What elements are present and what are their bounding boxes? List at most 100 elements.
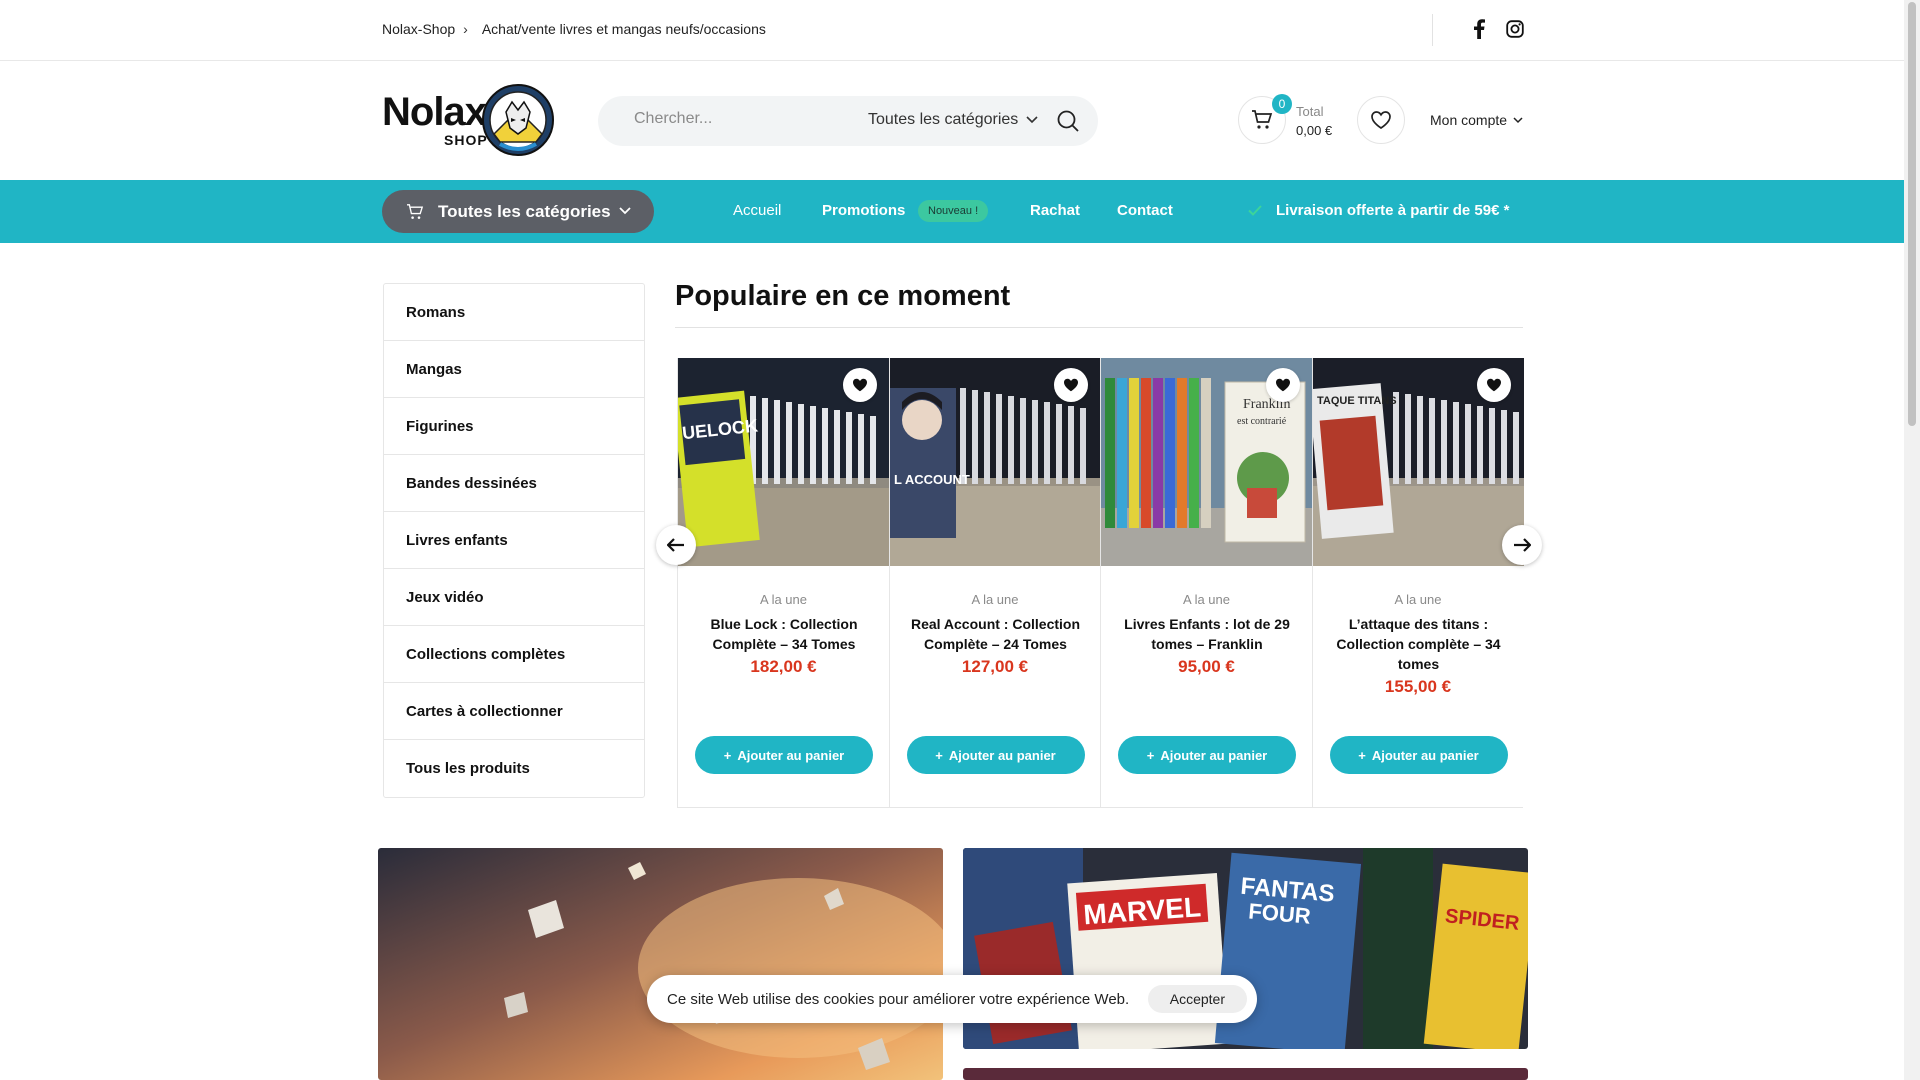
cookie-message: Ce site Web utilise des cookies pour amé… bbox=[667, 990, 1130, 1008]
arrow-left-icon bbox=[667, 538, 684, 552]
plus-icon: + bbox=[1146, 747, 1155, 763]
cart-count-badge: 0 bbox=[1272, 94, 1292, 114]
add-to-cart-label: Ajouter au panier bbox=[737, 747, 845, 763]
add-to-wishlist-button[interactable] bbox=[1265, 368, 1300, 402]
new-badge: Nouveau ! bbox=[918, 200, 989, 222]
sidebar-item-livres-enfants[interactable]: Livres enfants bbox=[384, 512, 644, 569]
carousel-next-button[interactable] bbox=[1502, 525, 1542, 565]
heart-icon bbox=[1487, 378, 1501, 392]
top-bar: Nolax-Shop › Achat/vente livres et manga… bbox=[0, 0, 1904, 61]
cart-total-label: Total bbox=[1296, 104, 1324, 119]
add-to-cart-button[interactable]: + Ajouter au panier bbox=[906, 736, 1085, 774]
wishlist-button[interactable] bbox=[1357, 96, 1405, 144]
plus-icon: + bbox=[723, 747, 732, 763]
chevron-down-icon bbox=[619, 207, 631, 215]
product-tag: A la une bbox=[1394, 592, 1442, 607]
search-category-label: Toutes les catégories bbox=[868, 111, 1019, 128]
account-label: Mon compte bbox=[1430, 112, 1508, 128]
section-title: Populaire en ce moment bbox=[675, 280, 1011, 312]
chevron-down-icon bbox=[1026, 116, 1038, 124]
breadcrumb: Nolax-Shop › Achat/vente livres et manga… bbox=[382, 21, 766, 37]
category-sidebar: Romans Mangas Figurines Bandes dessinées… bbox=[383, 283, 645, 798]
check-icon bbox=[1248, 205, 1262, 216]
logo-emblem-icon bbox=[482, 84, 554, 156]
cart-icon bbox=[407, 203, 424, 219]
logo-text: Nolax bbox=[382, 90, 487, 134]
chevron-down-icon bbox=[1513, 116, 1523, 123]
product-name[interactable]: Real Account : Collection Complète – 24 … bbox=[904, 614, 1088, 654]
heart-icon bbox=[1064, 378, 1078, 392]
search-bar: Toutes les catégories bbox=[598, 96, 1098, 146]
cart-icon bbox=[1252, 110, 1273, 129]
heart-icon bbox=[852, 378, 867, 392]
scrollbar-thumb[interactable] bbox=[1908, 2, 1916, 426]
divider bbox=[1432, 14, 1433, 46]
add-to-cart-label: Ajouter au panier bbox=[1160, 747, 1268, 763]
sidebar-item-bandes-dessinees[interactable]: Bandes dessinées bbox=[384, 455, 644, 512]
site-logo[interactable]: Nolax SHOP bbox=[382, 82, 574, 160]
facebook-icon[interactable] bbox=[1468, 18, 1490, 40]
chevron-right-icon: › bbox=[463, 21, 468, 37]
add-to-wishlist-button[interactable] bbox=[842, 368, 877, 402]
tagline: Achat/vente livres et mangas neufs/occas… bbox=[481, 21, 766, 37]
free-shipping-notice: Livraison offerte à partir de 59€ * bbox=[1248, 202, 1509, 219]
svg-text:TAQUE TITANS: TAQUE TITANS bbox=[1317, 395, 1397, 407]
product-name[interactable]: Livres Enfants : lot de 29 tomes – Frank… bbox=[1115, 614, 1299, 654]
product-name[interactable]: L’attaque des titans : Collection complè… bbox=[1327, 614, 1511, 674]
product-price: 95,00 € bbox=[1178, 657, 1235, 676]
sidebar-item-tous-les-produits[interactable]: Tous les produits bbox=[384, 740, 644, 797]
all-categories-button[interactable]: Toutes les catégories bbox=[382, 190, 654, 233]
sidebar-item-mangas[interactable]: Mangas bbox=[384, 341, 644, 398]
search-category-select[interactable]: Toutes les catégories bbox=[868, 111, 1038, 129]
free-shipping-text: Livraison offerte à partir de 59€ * bbox=[1276, 202, 1510, 219]
sidebar-item-figurines[interactable]: Figurines bbox=[384, 398, 644, 455]
instagram-icon[interactable] bbox=[1504, 18, 1526, 40]
add-to-cart-button[interactable]: + Ajouter au panier bbox=[1118, 736, 1296, 774]
heart-icon bbox=[1275, 378, 1290, 392]
carousel-prev-button[interactable] bbox=[656, 525, 696, 565]
nav-link-contact[interactable]: Contact bbox=[1117, 202, 1173, 219]
add-to-wishlist-button[interactable] bbox=[1054, 368, 1088, 402]
cookie-accept-button[interactable]: Accepter bbox=[1147, 985, 1247, 1013]
product-tag: A la une bbox=[971, 592, 1019, 607]
product-card: UELOCK A la une Blue Lock : Collection C… bbox=[677, 358, 889, 808]
product-price: 127,00 € bbox=[961, 657, 1029, 676]
arrow-right-icon bbox=[1514, 538, 1531, 552]
nav-link-promotions[interactable]: Promotions bbox=[822, 202, 905, 219]
add-to-cart-label: Ajouter au panier bbox=[1371, 747, 1479, 763]
divider bbox=[675, 327, 1523, 328]
add-to-cart-button[interactable]: + Ajouter au panier bbox=[695, 736, 873, 774]
product-name[interactable]: Blue Lock : Collection Complète – 34 Tom… bbox=[692, 614, 876, 654]
product-carousel: UELOCK A la une Blue Lock : Collection C… bbox=[677, 358, 1524, 808]
main-nav: Toutes les catégories Accueil Promotions… bbox=[0, 180, 1904, 243]
product-price: 155,00 € bbox=[1384, 677, 1452, 696]
product-tag: A la une bbox=[760, 592, 807, 607]
add-to-cart-label: Ajouter au panier bbox=[948, 747, 1056, 763]
product-card: L ACCOUNT A la une Real Account : Collec… bbox=[888, 358, 1101, 808]
search-input[interactable] bbox=[634, 110, 854, 128]
nav-link-rachat[interactable]: Rachat bbox=[1030, 202, 1080, 219]
sidebar-item-cartes-a-collectionner[interactable]: Cartes à collectionner bbox=[384, 683, 644, 740]
product-card: Franklin est contrarié A la une Livres E… bbox=[1100, 358, 1312, 808]
search-icon[interactable] bbox=[1056, 109, 1080, 133]
promo-banner-books[interactable] bbox=[378, 848, 943, 1080]
sidebar-item-collections-completes[interactable]: Collections complètes bbox=[384, 626, 644, 683]
add-to-cart-button[interactable]: + Ajouter au panier bbox=[1329, 736, 1508, 774]
cart-total-value: 0,00 € bbox=[1296, 123, 1333, 138]
page-scrollbar[interactable] bbox=[1904, 0, 1920, 1080]
nav-link-accueil[interactable]: Accueil bbox=[733, 202, 781, 219]
plus-icon: + bbox=[935, 747, 943, 763]
sidebar-item-romans[interactable]: Romans bbox=[384, 284, 644, 341]
add-to-wishlist-button[interactable] bbox=[1477, 368, 1511, 402]
account-menu[interactable]: Mon compte bbox=[1430, 112, 1523, 128]
plus-icon: + bbox=[1358, 747, 1366, 763]
all-categories-label: Toutes les catégories bbox=[438, 201, 611, 221]
sidebar-item-jeux-video[interactable]: Jeux vidéo bbox=[384, 569, 644, 626]
cookie-banner: Ce site Web utilise des cookies pour amé… bbox=[647, 975, 1257, 1023]
heart-icon bbox=[1371, 111, 1391, 129]
svg-text:est contrarié: est contrarié bbox=[1237, 416, 1287, 427]
svg-text:L ACCOUNT: L ACCOUNT bbox=[894, 472, 970, 487]
breadcrumb-home-link[interactable]: Nolax-Shop bbox=[382, 21, 455, 37]
product-tag: A la une bbox=[1183, 592, 1230, 607]
promo-banner-partial[interactable] bbox=[963, 1068, 1528, 1080]
